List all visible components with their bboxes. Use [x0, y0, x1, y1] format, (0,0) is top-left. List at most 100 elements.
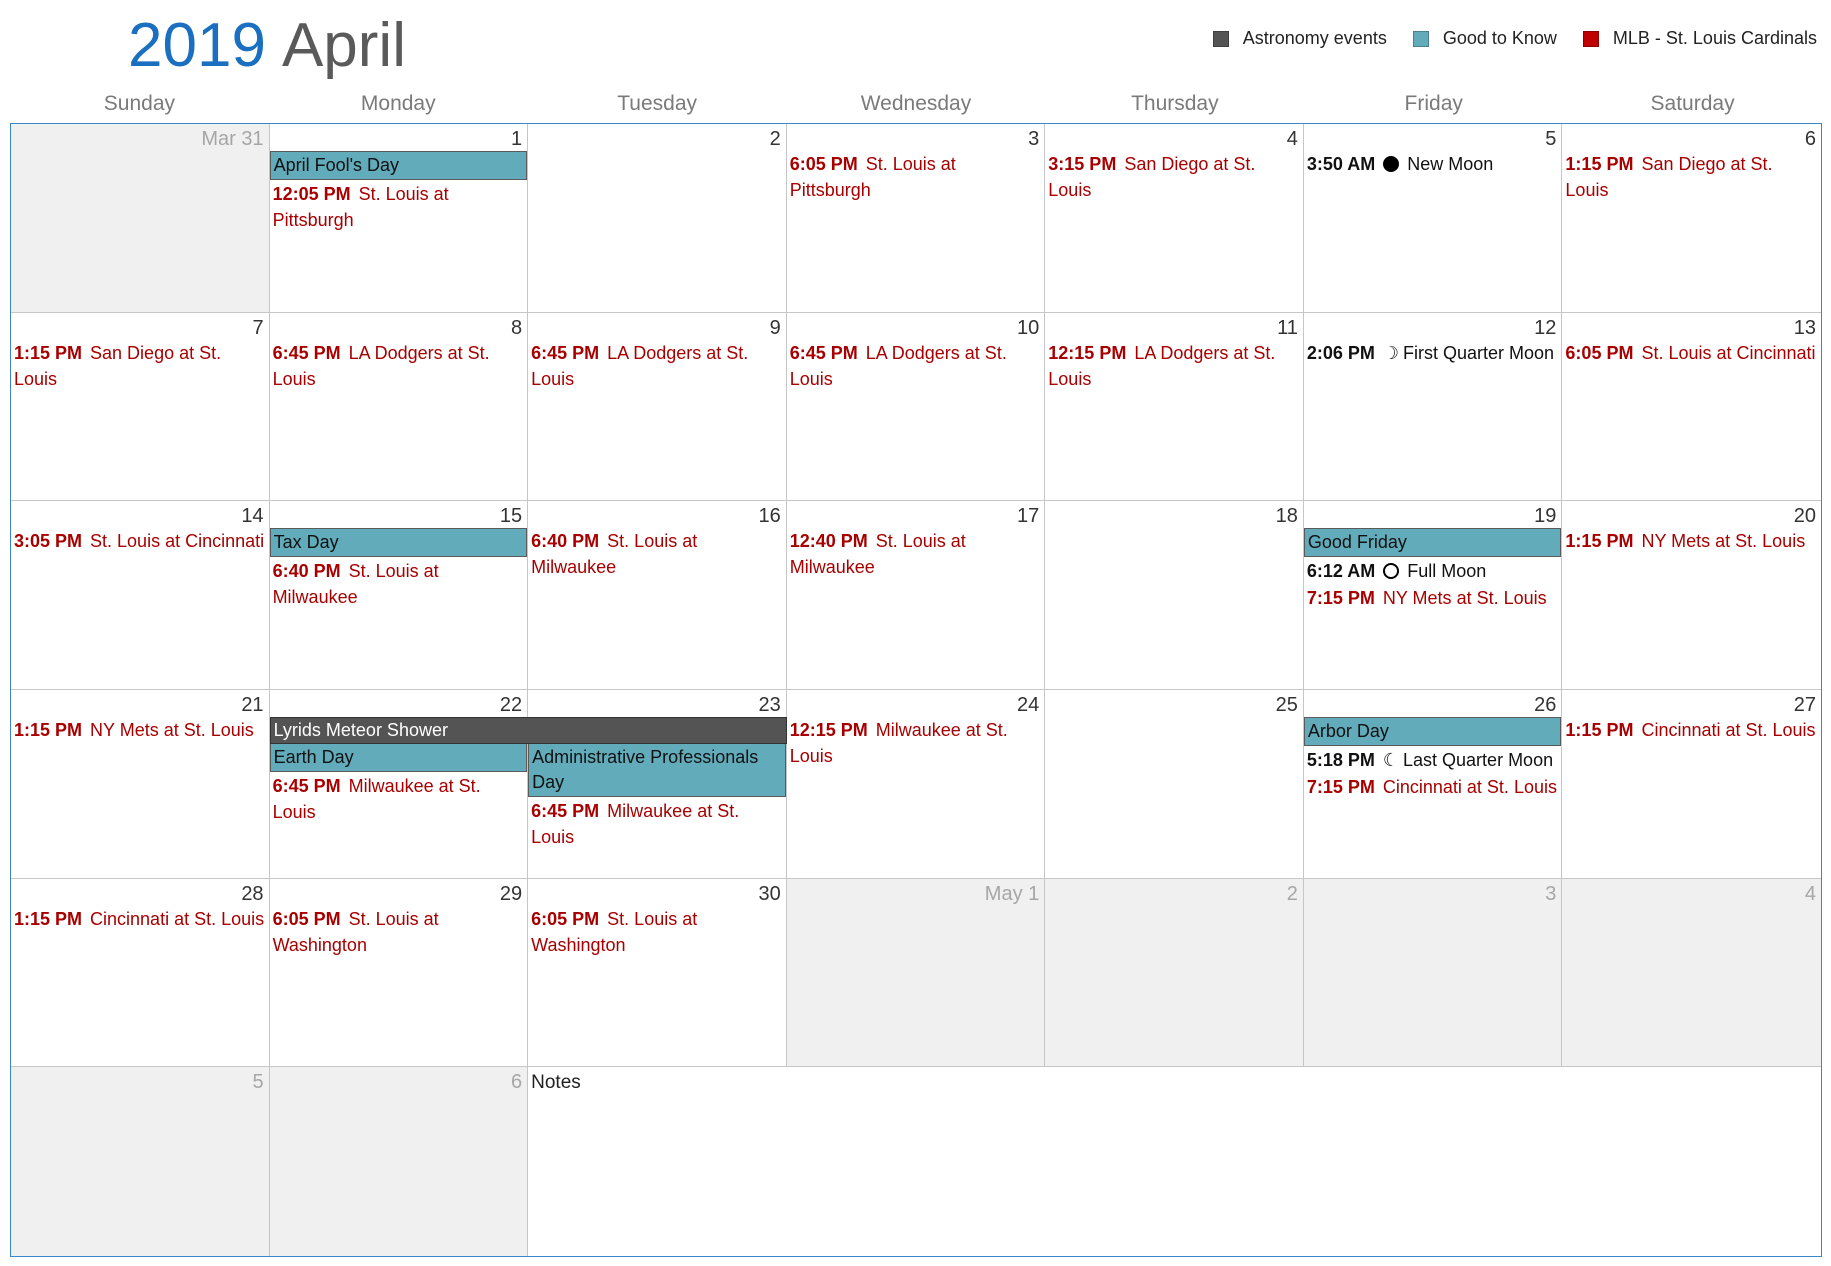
event-time: 12:40 PM	[789, 531, 868, 552]
mlb-game-event[interactable]: 1:15 PM Cincinnati at St. Louis	[1562, 717, 1821, 743]
good-to-know-event[interactable]: Earth Day	[269, 743, 528, 772]
day-number: 11	[1277, 316, 1298, 339]
mlb-game-event[interactable]: 12:15 PM LA Dodgers at St. Louis	[1045, 340, 1303, 392]
day-cell[interactable]: 21 1:15 PM NY Mets at St. Louis	[11, 690, 270, 879]
day-cell[interactable]: 24 12:15 PM Milwaukee at St. Louis	[786, 690, 1046, 879]
mlb-game-event[interactable]: 12:15 PM Milwaukee at St. Louis	[787, 717, 1045, 769]
mlb-game-event[interactable]: 12:05 PM St. Louis at Pittsburgh	[270, 181, 528, 233]
weekday-sunday: Sunday	[103, 92, 176, 115]
legend-swatch	[1412, 30, 1429, 47]
mlb-game-event[interactable]: 6:45 PM LA Dodgers at St. Louis	[270, 340, 528, 392]
day-cell[interactable]: 11 12:15 PM LA Dodgers at St. Louis	[1045, 312, 1304, 502]
day-cell[interactable]: 18	[1045, 501, 1304, 690]
day-number: Mar 31	[201, 128, 264, 150]
day-cell[interactable]: 26 Arbor Day 5:18 PM ☾ Last Quarter Moon 7:15…	[1303, 690, 1563, 879]
day-cell[interactable]: 17 12:40 PM St. Louis at Milwaukee	[786, 501, 1046, 690]
day-cell[interactable]: Mar 31	[11, 124, 270, 313]
day-cell[interactable]: 28 1:15 PM Cincinnati at St. Louis	[11, 878, 270, 1068]
event-time: 1:15 PM	[1565, 154, 1634, 174]
day-cell[interactable]: 25	[1045, 690, 1304, 879]
day-events: 12:15 PM LA Dodgers at St. Louis	[1045, 340, 1303, 393]
astronomy-event[interactable]: 2:06 PM ☽ First Quarter Moon	[1304, 340, 1562, 366]
day-cell[interactable]: 15 Tax Day 6:40 PM St. Louis at Milwaukee	[269, 501, 529, 690]
notes-area[interactable]: Notes	[528, 1067, 1821, 1256]
mlb-game-event[interactable]: 6:05 PM St. Louis at Washington	[528, 906, 786, 958]
day-cell[interactable]: 4 3:15 PM San Diego at St. Louis	[1045, 124, 1304, 313]
day-cell[interactable]: 2	[528, 124, 787, 313]
mlb-game-event[interactable]: 1:15 PM NY Mets at St. Louis	[11, 717, 269, 743]
mlb-game-event[interactable]: 3:15 PM San Diego at St. Louis	[1045, 151, 1303, 203]
day-number: 15	[499, 505, 523, 528]
day-number: 22	[499, 694, 523, 716]
mlb-game-event[interactable]: 3:05 PM St. Louis at Cincinnati	[11, 528, 269, 554]
good-to-know-event[interactable]: Tax Day	[269, 528, 528, 558]
day-number: 3	[1028, 128, 1040, 150]
day-cell[interactable]: 30 6:05 PM St. Louis at Washington	[528, 878, 787, 1068]
day-number: 20	[1793, 505, 1816, 528]
calendar-title: 2019 April	[128, 10, 406, 82]
mlb-game-event[interactable]: 1:15 PM San Diego at St. Louis	[1562, 151, 1821, 203]
mlb-game-event[interactable]: 7:15 PM Cincinnati at St. Louis	[1304, 774, 1562, 800]
day-events: Earth Day 6:45 PM Milwaukee at St. Louis	[269, 743, 528, 826]
mlb-game-event[interactable]: 6:45 PM Milwaukee at St. Louis	[270, 773, 528, 825]
day-cell[interactable]: 19 Good Friday 6:12 AM Full Moon 7:15 PM NY M…	[1303, 501, 1563, 690]
day-cell[interactable]: 5 3:50 AM New Moon	[1303, 124, 1563, 313]
day-cell[interactable]: 13 6:05 PM St. Louis at Cincinnati	[1562, 312, 1821, 502]
day-cell[interactable]: 29 6:05 PM St. Louis at Washington	[269, 878, 529, 1068]
day-cell[interactable]: 27 1:15 PM Cincinnati at St. Louis	[1562, 690, 1821, 879]
title-year: 2019	[128, 11, 266, 80]
weekday-friday: Friday	[1404, 92, 1463, 115]
mlb-game-event[interactable]: 1:15 PM NY Mets at St. Louis	[1562, 528, 1821, 554]
day-events: April Fool's Day 12:05 PM St. Louis at Pit…	[269, 151, 528, 234]
mlb-game-event[interactable]: 6:05 PM St. Louis at Washington	[270, 906, 528, 958]
day-cell[interactable]: 10 6:45 PM LA Dodgers at St. Louis	[786, 312, 1046, 502]
astronomy-event[interactable]: 6:12 AM Full Moon	[1304, 558, 1562, 584]
mlb-game-event[interactable]: 1:15 PM San Diego at St. Louis	[11, 340, 269, 392]
day-cell[interactable]: 6	[269, 1067, 529, 1256]
day-cell[interactable]: 5	[11, 1067, 270, 1256]
mlb-game-event[interactable]: 6:40 PM St. Louis at Milwaukee	[270, 558, 528, 610]
astronomy-event[interactable]: 3:50 AM New Moon	[1304, 151, 1562, 177]
mlb-game-event[interactable]: 1:15 PM Cincinnati at St. Louis	[11, 906, 269, 932]
day-cell[interactable]: 14 3:05 PM St. Louis at Cincinnati	[11, 501, 270, 690]
day-events: 1:15 PM NY Mets at St. Louis	[11, 717, 269, 744]
day-cell[interactable]: 12 2:06 PM ☽ First Quarter Moon	[1303, 312, 1563, 502]
mlb-game-event[interactable]: 6:45 PM LA Dodgers at St. Louis	[528, 340, 786, 392]
event-time: 6:40 PM	[272, 561, 341, 582]
good-to-know-event[interactable]: Arbor Day	[1303, 717, 1562, 746]
good-to-know-event[interactable]: Administrative Professionals Day	[528, 743, 786, 797]
mlb-game-event[interactable]: 6:05 PM St. Louis at Pittsburgh	[787, 151, 1045, 203]
day-number: 5	[252, 1071, 264, 1094]
day-cell[interactable]: 1 April Fool's Day 12:05 PM St. Louis at Pi…	[269, 124, 529, 313]
mlb-game-event[interactable]: 6:45 PM Milwaukee at St. Louis	[528, 798, 786, 850]
good-to-know-event[interactable]: Good Friday	[1303, 528, 1562, 558]
day-events: 6:05 PM St. Louis at Washington	[528, 906, 786, 959]
mlb-game-event[interactable]: 6:05 PM St. Louis at Cincinnati	[1562, 340, 1821, 366]
day-cell[interactable]: 3 6:05 PM St. Louis at Pittsburgh	[786, 124, 1046, 313]
weekday-wednesday: Wednesday	[860, 92, 972, 115]
event-title: NY Mets at St. Louis	[1641, 531, 1806, 552]
day-cell[interactable]: 16 6:40 PM St. Louis at Milwaukee	[528, 501, 787, 690]
mlb-game-event[interactable]: 6:40 PM St. Louis at Milwaukee	[528, 528, 786, 580]
day-cell[interactable]: 9 6:45 PM LA Dodgers at St. Louis	[528, 312, 787, 502]
lyrids-meteor-shower-event[interactable]: Lyrids Meteor Shower	[269, 717, 787, 744]
day-number: 29	[499, 882, 523, 905]
day-cell[interactable]: 3	[1303, 878, 1563, 1068]
astronomy-event[interactable]: 5:18 PM ☾ Last Quarter Moon	[1304, 747, 1562, 773]
mlb-game-event[interactable]: 7:15 PM NY Mets at St. Louis	[1304, 585, 1562, 611]
day-cell[interactable]: 8 6:45 PM LA Dodgers at St. Louis	[269, 312, 529, 502]
day-number: 5	[1545, 128, 1557, 150]
day-events: 6:05 PM St. Louis at Cincinnati	[1562, 340, 1821, 367]
event-time: 6:40 PM	[531, 531, 600, 552]
day-cell[interactable]: 4	[1562, 878, 1821, 1068]
day-cell[interactable]: 2	[1045, 878, 1304, 1068]
good-to-know-event[interactable]: April Fool's Day	[269, 151, 528, 180]
mlb-game-event[interactable]: 6:45 PM LA Dodgers at St. Louis	[787, 340, 1045, 392]
day-cell[interactable]: 6 1:15 PM San Diego at St. Louis	[1562, 124, 1821, 313]
day-cell[interactable]: May 1	[786, 878, 1046, 1068]
event-time: 1:15 PM	[14, 342, 83, 363]
day-cell[interactable]: 20 1:15 PM NY Mets at St. Louis	[1562, 501, 1821, 690]
mlb-game-event[interactable]: 12:40 PM St. Louis at Milwaukee	[787, 528, 1045, 580]
day-cell[interactable]: 7 1:15 PM San Diego at St. Louis	[11, 312, 270, 502]
weekday-monday: Monday	[360, 92, 436, 115]
